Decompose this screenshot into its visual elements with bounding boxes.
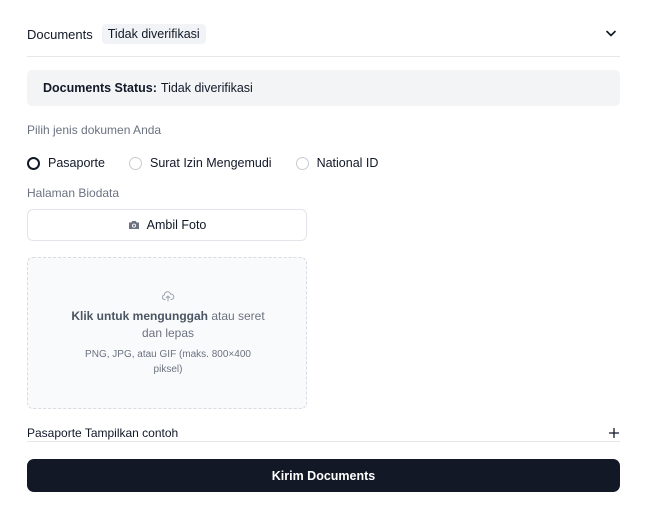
radio-label: National ID: [316, 156, 379, 170]
radio-national-id[interactable]: National ID: [295, 156, 379, 170]
documents-status-box: Documents Status: Tidak diverifikasi: [27, 70, 620, 106]
doc-type-label: Pilih jenis dokumen Anda: [27, 123, 162, 137]
radio-button[interactable]: [128, 156, 142, 170]
upload-cloud-icon: [161, 289, 175, 302]
radio-button[interactable]: [295, 156, 309, 170]
plus-icon[interactable]: [608, 426, 620, 439]
dropzone-instructions: Klik untuk mengunggah atau seret dan lep…: [68, 308, 268, 342]
radio-driving-license[interactable]: Surat Izin Mengemudi: [128, 156, 272, 170]
show-sample-text: Pasaporte Tampilkan contoh: [27, 426, 179, 440]
radio-label: Pasaporte: [48, 156, 105, 170]
file-upload-dropzone[interactable]: Klik untuk mengunggah atau seret dan lep…: [27, 257, 307, 409]
file-format-hint: PNG, JPG, atau GIF (maks. 800×400 piksel…: [85, 349, 251, 375]
radio-label: Surat Izin Mengemudi: [149, 156, 272, 170]
radio-pasaporte[interactable]: Pasaporte: [27, 156, 105, 170]
submit-documents-button[interactable]: Kirim Documents: [27, 459, 620, 492]
radio-button-checked[interactable]: [27, 156, 40, 170]
documents-header[interactable]: Documents Tidak diverifikasi: [27, 22, 620, 46]
verification-badge: Tidak diverifikasi: [101, 24, 206, 44]
doc-type-radio-group: Pasaporte Surat Izin Mengemudi National …: [27, 156, 402, 170]
biodata-label: Halaman Biodata: [27, 186, 120, 200]
take-photo-button[interactable]: Ambil Foto: [27, 209, 307, 241]
header-divider: [27, 56, 620, 57]
click-to-upload-text: Klik untuk mengunggah: [71, 309, 208, 323]
camera-icon: [128, 220, 140, 230]
chevron-down-icon[interactable]: [604, 26, 618, 40]
take-photo-label: Ambil Foto: [146, 218, 207, 232]
status-value: Tidak diverifikasi: [160, 81, 253, 95]
status-label: Documents Status:: [43, 81, 157, 95]
section-title: Documents: [27, 26, 93, 42]
show-sample-toggle[interactable]: Pasaporte Tampilkan contoh: [27, 425, 620, 442]
